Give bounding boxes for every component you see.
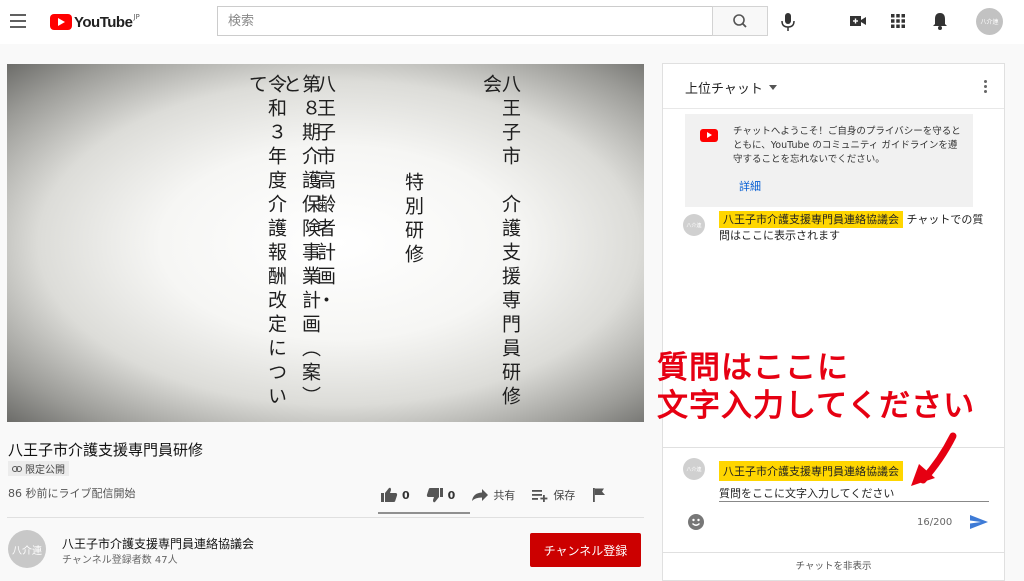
caret-down-icon — [768, 85, 777, 90]
logo-wordmark: YouTube — [74, 13, 133, 31]
video-player[interactable]: 八王子市 介護支援専門員研修会 特別研修 八王子市高齢者計画・ 第８期介護保険事… — [7, 64, 644, 422]
chat-mode-dropdown[interactable]: 上位チャット — [685, 78, 777, 97]
save-button[interactable]: 保存 — [531, 487, 575, 503]
instruction-annotation: 質問はここに 文字入力してください — [657, 349, 1022, 425]
dislike-count: 0 — [447, 488, 456, 502]
youtube-logo[interactable]: YouTube JP — [50, 11, 140, 33]
input-avatar-text: 八介連 — [686, 466, 702, 473]
search-box — [217, 6, 713, 36]
search-icon — [733, 14, 747, 28]
like-ratio-bar — [378, 512, 470, 514]
hide-chat-button[interactable]: チャットを非表示 — [663, 552, 1004, 581]
learn-more-link[interactable]: 詳細 — [739, 178, 761, 194]
video-actions: 0 0 共有 保存 — [380, 484, 623, 506]
link-icon — [12, 465, 22, 472]
slide-text-column-2: 特別研修 — [402, 172, 424, 268]
live-chat-panel: 上位チャット チャットへようこそ！ご自身のプライバシーを守るとともに、YouTu… — [662, 63, 1005, 581]
welcome-text: チャットへようこそ！ご自身のプライバシーを守るとともに、YouTube のコミュ… — [733, 126, 961, 165]
youtube-play-icon — [50, 14, 72, 30]
dislike-button[interactable]: 0 — [426, 487, 456, 503]
message-author[interactable]: 八王子市介護支援専門員連絡協議会 — [719, 211, 903, 228]
annotation-line-2: 文字入力してください — [657, 388, 976, 424]
more-options-icon[interactable] — [984, 80, 988, 94]
message-avatar-text: 八介連 — [686, 222, 702, 229]
share-label: 共有 — [493, 489, 516, 502]
chat-mode-label: 上位チャット — [685, 82, 763, 97]
visibility-badge: 限定公開 — [8, 461, 69, 476]
thumbs-down-icon — [426, 488, 443, 503]
send-icon[interactable] — [969, 514, 989, 530]
search-button[interactable] — [712, 6, 768, 36]
input-underline — [719, 501, 989, 502]
apps-grid-icon[interactable] — [888, 11, 908, 31]
live-start-info: 86 秒前にライブ配信開始 — [8, 487, 136, 500]
region-code: JP — [133, 13, 140, 21]
divider — [7, 517, 644, 518]
chat-header: 上位チャット — [663, 64, 1004, 109]
channel-avatar[interactable]: 八介連 — [8, 530, 46, 568]
like-count: 0 — [402, 488, 410, 502]
share-icon — [472, 489, 489, 501]
subscriber-count: チャンネル登録者数 47人 — [62, 555, 178, 566]
character-counter: 16/200 — [917, 517, 953, 528]
annotation-line-1: 質問はここに — [657, 350, 849, 386]
account-avatar-text: 八介連 — [980, 19, 999, 26]
like-button[interactable]: 0 — [380, 487, 410, 503]
chat-welcome-banner: チャットへようこそ！ご自身のプライバシーを守るとともに、YouTube のコミュ… — [685, 114, 973, 207]
create-video-icon[interactable] — [848, 11, 868, 31]
share-button[interactable]: 共有 — [471, 487, 515, 503]
menu-icon[interactable] — [10, 14, 26, 28]
input-author-avatar: 八介連 — [683, 458, 705, 480]
input-author-name: 八王子市介護支援専門員連絡協議会 — [719, 461, 903, 481]
youtube-logo-icon — [700, 129, 718, 142]
channel-avatar-text: 八介連 — [12, 545, 42, 557]
microphone-icon[interactable] — [780, 12, 796, 32]
message-body: 八王子市介護支援専門員連絡協議会 チャットでの質問はここに表示されます — [719, 211, 989, 244]
report-button[interactable] — [591, 487, 607, 503]
masthead: YouTube JP 八介連 — [0, 0, 1024, 44]
flag-icon — [593, 488, 606, 502]
slide-text-column-1: 八王子市 介護支援専門員研修会 — [480, 74, 521, 410]
thumbs-up-icon — [381, 487, 398, 502]
search-input[interactable] — [218, 7, 712, 35]
message-author-avatar: 八介連 — [683, 214, 705, 236]
notifications-bell-icon[interactable] — [930, 11, 950, 31]
subscribe-button[interactable]: チャンネル登録 — [530, 533, 641, 567]
save-label: 保存 — [553, 489, 576, 502]
chat-message-input[interactable]: 質問をここに文字入力してください — [719, 485, 894, 501]
account-avatar[interactable]: 八介連 — [976, 8, 1003, 35]
visibility-label: 限定公開 — [25, 465, 65, 476]
slide-text-column-5: 令和３年度介護報酬改定について — [246, 74, 287, 410]
video-title: 八王子市介護支援専門員研修 — [8, 441, 204, 459]
annotation-arrow-icon — [911, 432, 957, 486]
channel-name[interactable]: 八王子市介護支援専門員連絡協議会 — [62, 535, 254, 552]
emoji-icon[interactable] — [688, 514, 704, 530]
playlist-add-icon — [532, 490, 548, 502]
